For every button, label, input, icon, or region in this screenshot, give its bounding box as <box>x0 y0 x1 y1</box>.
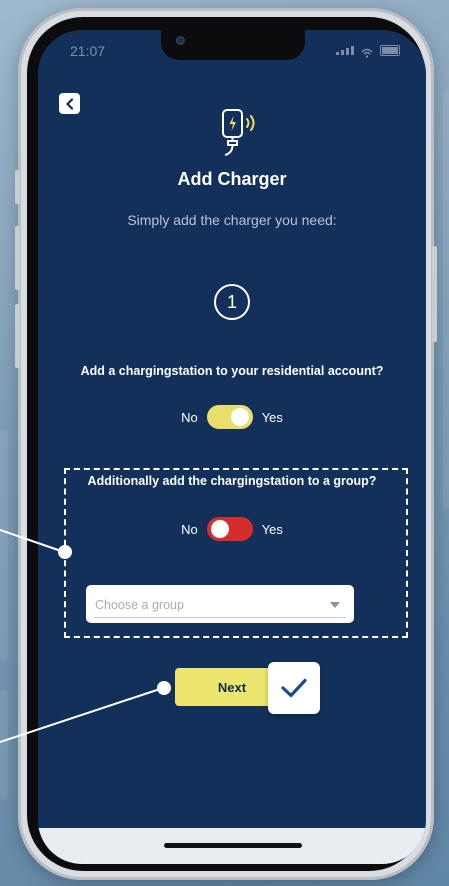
next-button-label: Next <box>217 679 247 695</box>
front-camera <box>176 36 185 45</box>
page-title: Add Charger <box>177 169 287 189</box>
group-select-placeholder: Choose a group <box>95 598 184 612</box>
phone-side-button-silent <box>15 170 20 204</box>
group-toggle-no-label: No <box>181 521 198 537</box>
background-panel-left-lower <box>0 690 8 800</box>
toggle-knob <box>230 408 249 426</box>
camera-notch <box>161 30 305 60</box>
chevron-left-icon <box>65 97 73 110</box>
toggle-knob <box>210 520 229 538</box>
charger-wireless-icon <box>222 109 255 156</box>
group-toggle[interactable] <box>206 517 253 541</box>
page-subtitle: Simply add the charger you need: <box>127 212 337 228</box>
group-select[interactable]: Choose a group <box>86 585 354 623</box>
dropdown-arrow-icon <box>330 602 340 608</box>
phone-side-button-power <box>432 246 437 342</box>
residential-toggle-no-label: No <box>181 409 198 425</box>
back-button[interactable] <box>59 93 80 114</box>
status-icons <box>336 45 400 58</box>
phone-side-button-volume-down <box>15 304 20 368</box>
battery-icon <box>380 45 400 56</box>
residential-question: Add a chargingstation to your residentia… <box>80 364 384 378</box>
residential-toggle[interactable] <box>206 405 253 429</box>
checkmark-icon <box>281 678 307 698</box>
residential-toggle-row: No Yes <box>38 405 426 429</box>
background-panel-left <box>0 430 8 660</box>
group-toggle-row: No Yes <box>38 517 426 541</box>
app-screen: 21:07 Add Charger Simply add the charger… <box>38 30 426 864</box>
signal-icon <box>336 45 354 55</box>
status-time: 21:07 <box>70 43 106 59</box>
group-question: Additionally add the chargingstation to … <box>87 474 377 488</box>
step-indicator: 1 <box>214 284 250 320</box>
checkmark-badge <box>268 662 320 714</box>
select-underline <box>94 617 346 618</box>
background-panel-right <box>443 90 449 510</box>
residential-toggle-yes-label: Yes <box>261 409 283 425</box>
phone-side-button-volume-up <box>15 226 20 290</box>
wifi-icon <box>361 45 373 58</box>
home-indicator <box>164 843 302 848</box>
group-toggle-yes-label: Yes <box>261 521 283 537</box>
